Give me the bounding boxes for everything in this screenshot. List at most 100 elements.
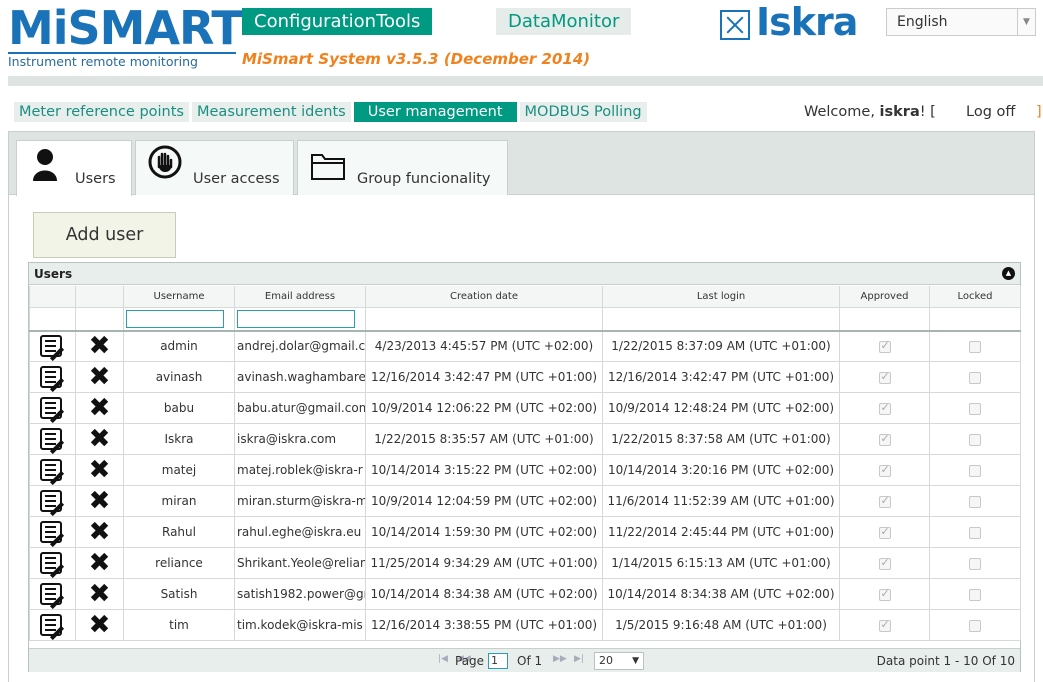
locked-checkbox[interactable] — [969, 495, 981, 508]
delete-icon[interactable]: ✖ — [89, 456, 111, 485]
delete-icon[interactable]: ✖ — [89, 611, 111, 640]
approved-cell — [839, 330, 930, 362]
edit-icon[interactable] — [40, 521, 62, 543]
next-page-icon[interactable]: ▶▶ — [553, 654, 567, 664]
nav-meter-reference-points[interactable]: Meter reference points — [14, 102, 189, 122]
logoff-link[interactable]: Log off — [966, 102, 1015, 122]
email-filter-input[interactable] — [237, 309, 355, 328]
edit-icon[interactable] — [40, 366, 62, 388]
nav-measurement-idents[interactable]: Measurement idents — [192, 102, 351, 122]
col-username-header[interactable]: Username — [123, 286, 235, 308]
edit-icon[interactable] — [40, 428, 62, 450]
approved-checkbox[interactable] — [878, 370, 891, 384]
edit-cell — [29, 423, 76, 455]
approved-checkbox[interactable] — [878, 339, 891, 353]
approved-cell — [839, 454, 930, 486]
welcome-text: Welcome, iskra! [ — [804, 102, 936, 122]
last-page-icon[interactable]: ▶| — [574, 654, 584, 664]
table-row[interactable]: ✖ reliance Shrikant.Yeole@relian 11/25/2014… — [29, 547, 1021, 579]
nav-modbus-polling[interactable]: MODBUS Polling — [519, 102, 647, 122]
creation-date-cell: 10/9/2014 12:06:22 PM (UTC +02:00) — [365, 392, 603, 424]
table-row[interactable]: ✖ Satish satish1982.power@gr 10/14/2014 8:3… — [29, 578, 1021, 610]
delete-icon[interactable]: ✖ — [89, 518, 111, 547]
iskra-logo: Iskra — [720, 0, 875, 44]
locked-checkbox[interactable] — [969, 557, 981, 570]
approved-checkbox[interactable] — [878, 401, 891, 415]
table-row[interactable]: ✖ tim tim.kodek@iskra-mis 12/16/2014 3:38:5… — [29, 609, 1021, 641]
welcome-prefix: Welcome, — [804, 104, 875, 120]
email-cell: babu.atur@gmail.com — [234, 392, 366, 424]
table-row[interactable]: ✖ babu babu.atur@gmail.com 10/9/2014 12:06:… — [29, 392, 1021, 424]
approved-checkbox[interactable] — [878, 587, 891, 601]
rows-per-page-select[interactable]: 20 ▼ — [594, 652, 644, 670]
filter-cell — [75, 306, 124, 332]
col-creation-date-header[interactable]: Creation date — [365, 286, 603, 308]
locked-checkbox[interactable] — [969, 402, 981, 415]
last-login-cell: 1/14/2015 6:15:13 AM (UTC +01:00) — [602, 547, 840, 579]
delete-icon[interactable]: ✖ — [89, 425, 111, 454]
edit-icon[interactable] — [40, 335, 62, 358]
delete-icon[interactable]: ✖ — [89, 363, 111, 392]
configuration-tools-tab[interactable]: ConfigurationTools — [242, 8, 433, 35]
approved-checkbox[interactable] — [878, 525, 891, 539]
locked-checkbox[interactable] — [969, 619, 981, 632]
add-user-button[interactable]: Add user — [33, 212, 176, 258]
language-select[interactable]: English ▼ — [886, 8, 1036, 36]
col-locked-header[interactable]: Locked — [929, 286, 1021, 308]
table-row[interactable]: ✖ admin andrej.dolar@gmail.c 4/23/2013 4:45… — [29, 330, 1021, 362]
col-email-header[interactable]: Email address — [234, 286, 366, 308]
edit-icon[interactable] — [40, 552, 62, 574]
edit-icon[interactable] — [40, 397, 62, 419]
edit-icon[interactable] — [40, 583, 62, 605]
delete-icon[interactable]: ✖ — [89, 580, 111, 609]
col-approved-header[interactable]: Approved — [839, 286, 930, 308]
email-cell: avinash.waghambare — [234, 361, 366, 393]
table-row[interactable]: ✖ Rahul rahul.eghe@iskra.eu 10/14/2014 1:59… — [29, 516, 1021, 548]
nav-user-management[interactable]: User management — [353, 102, 517, 122]
page-number-input[interactable]: 1 — [488, 653, 508, 669]
col-last-login-header[interactable]: Last login — [602, 286, 840, 308]
locked-checkbox[interactable] — [969, 371, 981, 384]
filter-cell — [29, 306, 76, 332]
table-row[interactable]: ✖ matej matej.roblek@iskra-r 10/14/2014 3:1… — [29, 454, 1021, 486]
approved-checkbox[interactable] — [878, 432, 891, 446]
first-page-icon[interactable]: |◀ — [438, 654, 448, 664]
edit-icon[interactable] — [40, 490, 62, 512]
approved-checkbox[interactable] — [878, 463, 891, 477]
creation-date-cell: 12/16/2014 3:42:47 PM (UTC +01:00) — [365, 361, 603, 393]
mismart-logo: MiSMART Instrument remote monitoring — [8, 4, 243, 74]
tab-users[interactable]: Users — [16, 140, 132, 196]
approved-cell — [839, 516, 930, 548]
approved-cell — [839, 423, 930, 455]
collapse-grid-icon[interactable]: ▲ — [1002, 267, 1015, 280]
tab-user-access[interactable]: User access — [135, 140, 294, 195]
delete-icon[interactable]: ✖ — [89, 394, 111, 423]
delete-icon[interactable]: ✖ — [89, 487, 111, 516]
approved-checkbox[interactable] — [878, 494, 891, 508]
user-management-panel: Users User access Group funcionality Add… — [8, 131, 1035, 682]
locked-checkbox[interactable] — [969, 433, 981, 446]
table-row[interactable]: ✖ Iskra iskra@iskra.com 1/22/2015 8:35:57 A… — [29, 423, 1021, 455]
tab-users-label: Users — [75, 171, 116, 187]
locked-checkbox[interactable] — [969, 588, 981, 601]
username-filter-input[interactable] — [126, 309, 224, 328]
approved-checkbox[interactable] — [878, 618, 891, 632]
tab-group-functionality[interactable]: Group funcionality — [297, 140, 508, 195]
creation-date-cell: 12/16/2014 3:38:55 PM (UTC +01:00) — [365, 609, 603, 641]
email-cell: tim.kodek@iskra-mis — [234, 609, 366, 641]
last-login-cell: 10/14/2014 3:20:16 PM (UTC +02:00) — [602, 454, 840, 486]
data-monitor-tab[interactable]: DataMonitor — [496, 8, 632, 35]
approved-checkbox[interactable] — [878, 556, 891, 570]
chevron-down-icon[interactable]: ▼ — [1017, 9, 1035, 35]
edit-icon[interactable] — [40, 459, 62, 481]
email-cell: andrej.dolar@gmail.c — [234, 330, 366, 362]
locked-checkbox[interactable] — [969, 526, 981, 539]
locked-checkbox[interactable] — [969, 340, 981, 353]
table-row[interactable]: ✖ miran miran.sturm@iskra-m 10/9/2014 12:04… — [29, 485, 1021, 517]
delete-icon[interactable]: ✖ — [89, 332, 111, 361]
edit-cell — [29, 330, 76, 362]
delete-icon[interactable]: ✖ — [89, 549, 111, 578]
edit-icon[interactable] — [40, 614, 62, 636]
table-row[interactable]: ✖ avinash avinash.waghambare 12/16/2014 3:4… — [29, 361, 1021, 393]
locked-checkbox[interactable] — [969, 464, 981, 477]
